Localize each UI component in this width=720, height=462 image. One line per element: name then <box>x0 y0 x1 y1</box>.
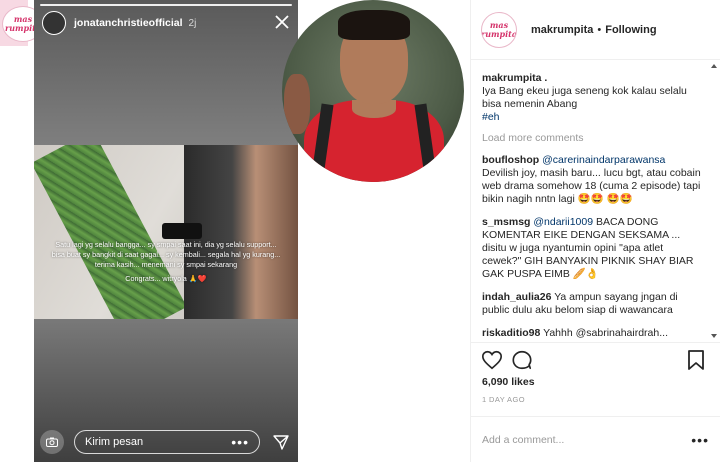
add-comment-input[interactable] <box>482 433 692 446</box>
caption-hashtag[interactable]: #eh <box>482 111 705 124</box>
scroll-up-icon[interactable] <box>711 64 717 68</box>
media-panel: mas rumpita jonatanchristieofficial 2j S… <box>0 0 470 462</box>
comment-mention[interactable]: @ndarii1009 <box>533 216 593 228</box>
bookmark-icon[interactable] <box>687 349 705 371</box>
story-photo <box>34 145 298 319</box>
camera-icon[interactable] <box>40 430 64 454</box>
post-author-avatar[interactable]: mas rumpita <box>481 11 517 48</box>
story-time: 2j <box>188 17 197 29</box>
instagram-post-view: mas rumpita jonatanchristieofficial 2j S… <box>0 0 720 462</box>
story-avatar[interactable] <box>42 11 66 35</box>
comments-list[interactable]: makrumpita . Iya Bang ekeu juga seneng k… <box>471 60 720 342</box>
comment-text: Yahhh @sabrinahairdrah... <box>543 327 668 339</box>
comment-mention[interactable]: @carerinaindarparawansa <box>542 154 665 166</box>
comment-item: s_msmsg @ndarii1009 BACA DONG KOMENTAR E… <box>482 216 705 281</box>
load-more-comments-button[interactable]: Load more comments <box>482 132 705 144</box>
comments-scrollbar[interactable] <box>710 60 718 342</box>
send-icon[interactable] <box>270 431 292 453</box>
comment-username[interactable]: riskaditio98 <box>482 327 540 339</box>
story-viewer[interactable]: jonatanchristieofficial 2j Satu lagi yg … <box>34 0 298 462</box>
post-header: mas rumpita makrumpita • Following <box>471 0 720 60</box>
story-username[interactable]: jonatanchristieofficial <box>74 17 183 29</box>
story-message-placeholder: Kirim pesan <box>85 436 144 448</box>
caption-text: Iya Bang ekeu juga seneng kok kalau sela… <box>482 85 687 110</box>
comment-username[interactable]: indah_aulia26 <box>482 291 551 303</box>
heart-icon[interactable] <box>481 349 503 371</box>
brand-avatar-corner: mas rumpita <box>0 0 44 46</box>
comment-item: riskaditio98 Yahhh @sabrinahairdrah... <box>482 327 705 340</box>
comment-item: boufloshop @carerinaindarparawansa Devil… <box>482 154 705 206</box>
background-person <box>284 74 310 134</box>
watch-shape <box>162 223 202 239</box>
header-separator: • <box>597 23 602 36</box>
caption-username[interactable]: makrumpita . <box>482 72 705 84</box>
post-avatar-line2: rumpita <box>481 28 517 39</box>
close-icon[interactable] <box>272 14 292 32</box>
story-caption: Satu lagi yg selalu bangga... sy smpai s… <box>48 240 284 284</box>
post-details: mas rumpita makrumpita • Following makru… <box>470 0 720 462</box>
post-timestamp: 1 DAY AGO <box>482 395 525 404</box>
scroll-down-icon[interactable] <box>711 334 717 338</box>
post-author-username[interactable]: makrumpita <box>531 24 593 36</box>
add-comment-bar: ••• <box>471 416 720 462</box>
story-progress-bar <box>40 4 292 6</box>
more-options-icon[interactable]: ••• <box>231 434 249 450</box>
comment-username[interactable]: s_msmsg <box>482 216 530 228</box>
story-caption-sub: Congrats... witryola 🙏❤️ <box>125 273 207 283</box>
athlete-circle-photo <box>282 0 464 182</box>
story-footer: Kirim pesan ••• <box>40 428 292 456</box>
post-actions <box>471 342 720 376</box>
story-message-input[interactable]: Kirim pesan ••• <box>74 430 260 454</box>
following-button[interactable]: Following <box>605 24 656 36</box>
story-header: jonatanchristieofficial 2j <box>42 10 292 36</box>
athlete-hair <box>338 10 410 40</box>
story-caption-text: Satu lagi yg selalu bangga... sy smpai s… <box>51 240 281 270</box>
likes-count[interactable]: 6,090 likes <box>482 376 535 388</box>
comment-username[interactable]: boufloshop <box>482 154 539 166</box>
comment-text: Devilish joy, masih baru... lucu bgt, at… <box>482 167 701 205</box>
comment-icon[interactable] <box>511 349 533 371</box>
comment-item: indah_aulia26 Ya ampun sayang jngan di p… <box>482 291 705 317</box>
more-options-icon[interactable]: ••• <box>691 432 709 448</box>
